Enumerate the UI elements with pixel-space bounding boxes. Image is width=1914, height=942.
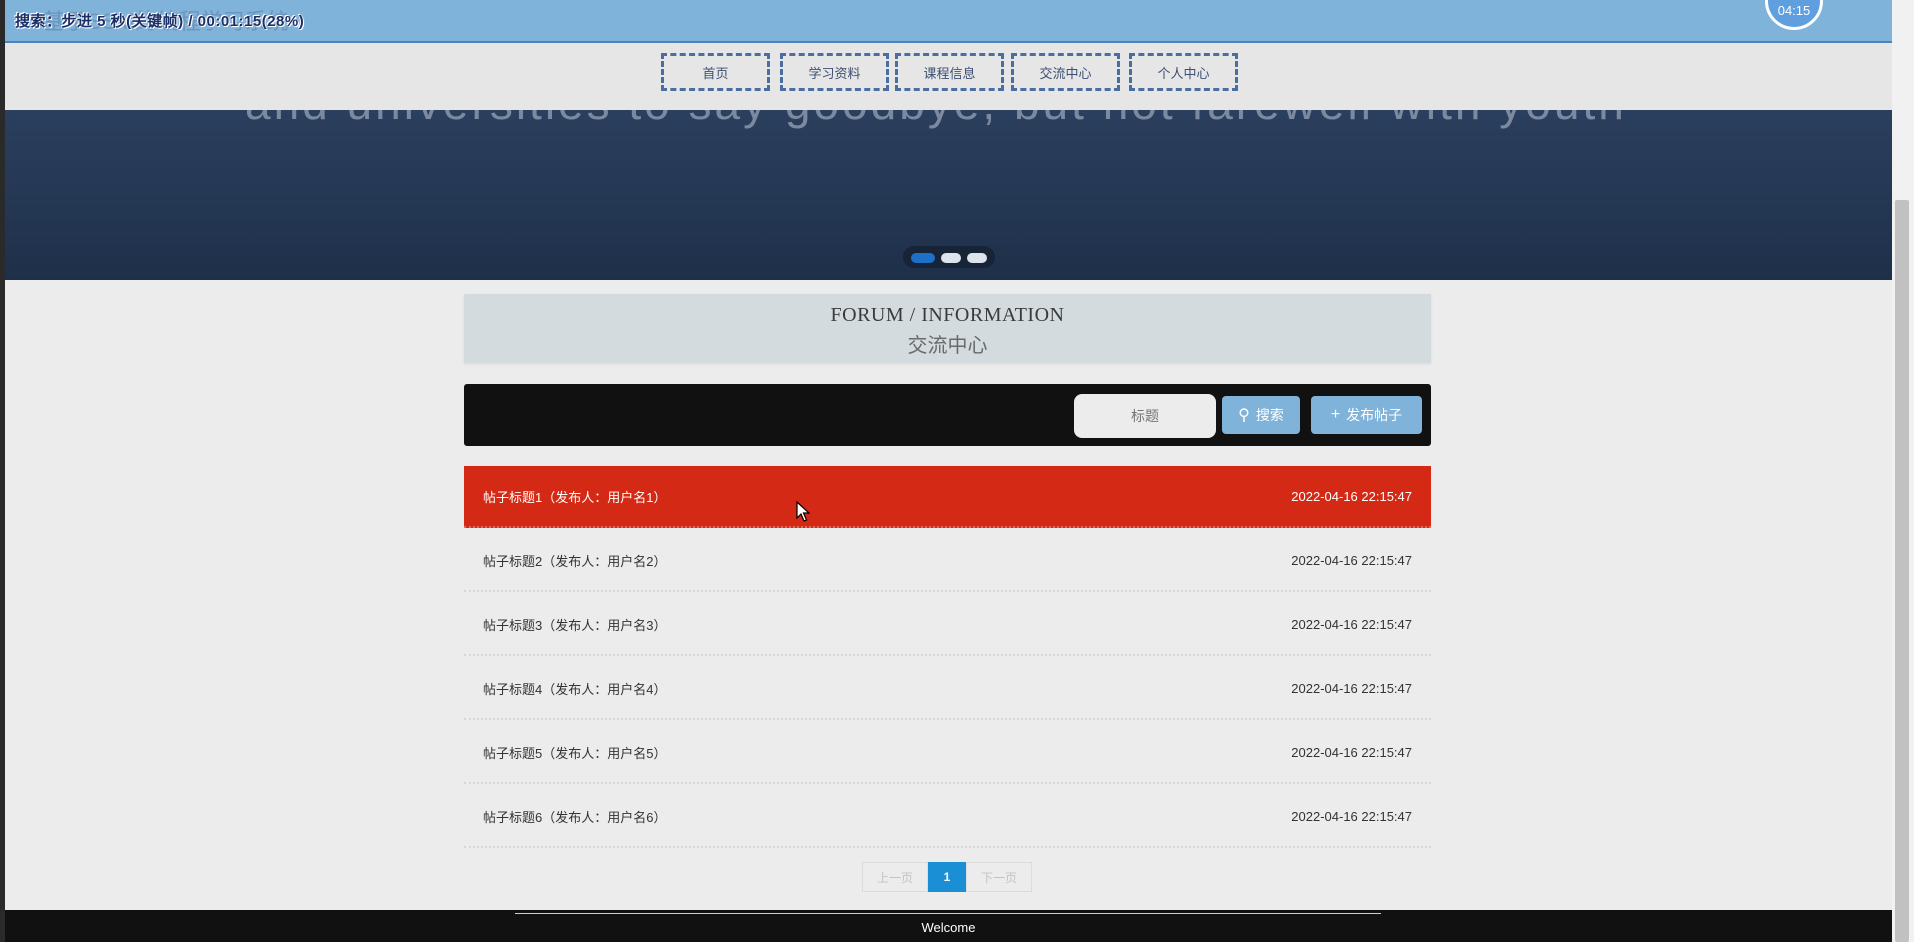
post-time: 2022-04-16 22:15:47 bbox=[1291, 808, 1412, 824]
carousel-dot-3[interactable] bbox=[967, 253, 987, 263]
mouse-cursor-icon bbox=[796, 501, 810, 522]
post-time: 2022-04-16 22:15:47 bbox=[1291, 488, 1412, 504]
publish-button-label: 发布帖子 bbox=[1346, 407, 1403, 423]
post-title: 帖子标题2（发布人：用户名2） bbox=[483, 553, 667, 569]
post-row[interactable]: 帖子标题3（发布人：用户名3） 2022-04-16 22:15:47 bbox=[464, 594, 1431, 656]
post-time: 2022-04-16 22:15:47 bbox=[1291, 680, 1412, 696]
carousel-indicators bbox=[903, 246, 995, 268]
nav-home[interactable]: 首页 bbox=[661, 53, 770, 91]
nav-forum[interactable]: 交流中心 bbox=[1011, 53, 1120, 91]
clock-badge: 04:15 bbox=[1765, 0, 1823, 30]
post-row[interactable]: 帖子标题2（发布人：用户名2） 2022-04-16 22:15:47 bbox=[464, 530, 1431, 592]
post-title: 帖子标题6（发布人：用户名6） bbox=[483, 809, 667, 825]
banner-caption: and universities to say goodbye, but not… bbox=[245, 110, 1627, 130]
publish-post-button[interactable]: + 发布帖子 bbox=[1311, 396, 1422, 434]
post-title: 帖子标题4（发布人：用户名4） bbox=[483, 681, 667, 697]
search-button[interactable]: ⚲ 搜索 bbox=[1222, 396, 1300, 434]
forum-title-en: FORUM / INFORMATION bbox=[830, 304, 1065, 326]
search-input[interactable] bbox=[1074, 394, 1216, 438]
banner-carousel[interactable]: and universities to say goodbye, but not… bbox=[5, 110, 1892, 280]
search-toolbar: ⚲ 搜索 + 发布帖子 bbox=[464, 384, 1431, 446]
page: 基于SSM的编程学习系统 搜索：步进 5 秒(关键帧) / 00:01:15(2… bbox=[0, 0, 1892, 942]
post-row[interactable]: 帖子标题4（发布人：用户名4） 2022-04-16 22:15:47 bbox=[464, 658, 1431, 720]
post-time: 2022-04-16 22:15:47 bbox=[1291, 552, 1412, 568]
next-page-button[interactable]: 下一页 bbox=[966, 862, 1032, 892]
search-icon: ⚲ bbox=[1238, 407, 1250, 424]
footer-welcome: Welcome bbox=[921, 920, 976, 935]
plus-icon: + bbox=[1330, 406, 1341, 423]
scrollbar-thumb[interactable] bbox=[1895, 200, 1909, 942]
page-number-current[interactable]: 1 bbox=[928, 862, 966, 892]
footer: Welcome bbox=[5, 910, 1892, 942]
nav-study-materials[interactable]: 学习资料 bbox=[780, 53, 889, 91]
post-title: 帖子标题1（发布人：用户名1） bbox=[483, 489, 667, 505]
main-nav: 首页 学习资料 课程信息 交流中心 个人中心 bbox=[5, 43, 1892, 110]
carousel-dot-1[interactable] bbox=[911, 253, 935, 263]
carousel-dot-2[interactable] bbox=[941, 253, 961, 263]
post-list: 帖子标题1（发布人：用户名1） 2022-04-16 22:15:47 帖子标题… bbox=[464, 466, 1431, 850]
search-button-label: 搜索 bbox=[1255, 407, 1284, 423]
top-bar: 基于SSM的编程学习系统 搜索：步进 5 秒(关键帧) / 00:01:15(2… bbox=[5, 0, 1892, 43]
player-seek-status: 搜索：步进 5 秒(关键帧) / 00:01:15(28%) bbox=[15, 13, 305, 30]
post-row[interactable]: 帖子标题6（发布人：用户名6） 2022-04-16 22:15:47 bbox=[464, 786, 1431, 848]
post-row[interactable]: 帖子标题1（发布人：用户名1） 2022-04-16 22:15:47 bbox=[464, 466, 1431, 528]
post-time: 2022-04-16 22:15:47 bbox=[1291, 616, 1412, 632]
forum-header: FORUM / INFORMATION 交流中心 bbox=[464, 294, 1431, 363]
prev-page-button[interactable]: 上一页 bbox=[862, 862, 928, 892]
forum-title-cn: 交流中心 bbox=[907, 333, 988, 357]
post-title: 帖子标题3（发布人：用户名3） bbox=[483, 617, 667, 633]
nav-personal-center[interactable]: 个人中心 bbox=[1129, 53, 1238, 91]
footer-divider bbox=[515, 913, 1381, 914]
post-time: 2022-04-16 22:15:47 bbox=[1291, 744, 1412, 760]
nav-course-info[interactable]: 课程信息 bbox=[895, 53, 1004, 91]
post-row[interactable]: 帖子标题5（发布人：用户名5） 2022-04-16 22:15:47 bbox=[464, 722, 1431, 784]
post-title: 帖子标题5（发布人：用户名5） bbox=[483, 745, 667, 761]
